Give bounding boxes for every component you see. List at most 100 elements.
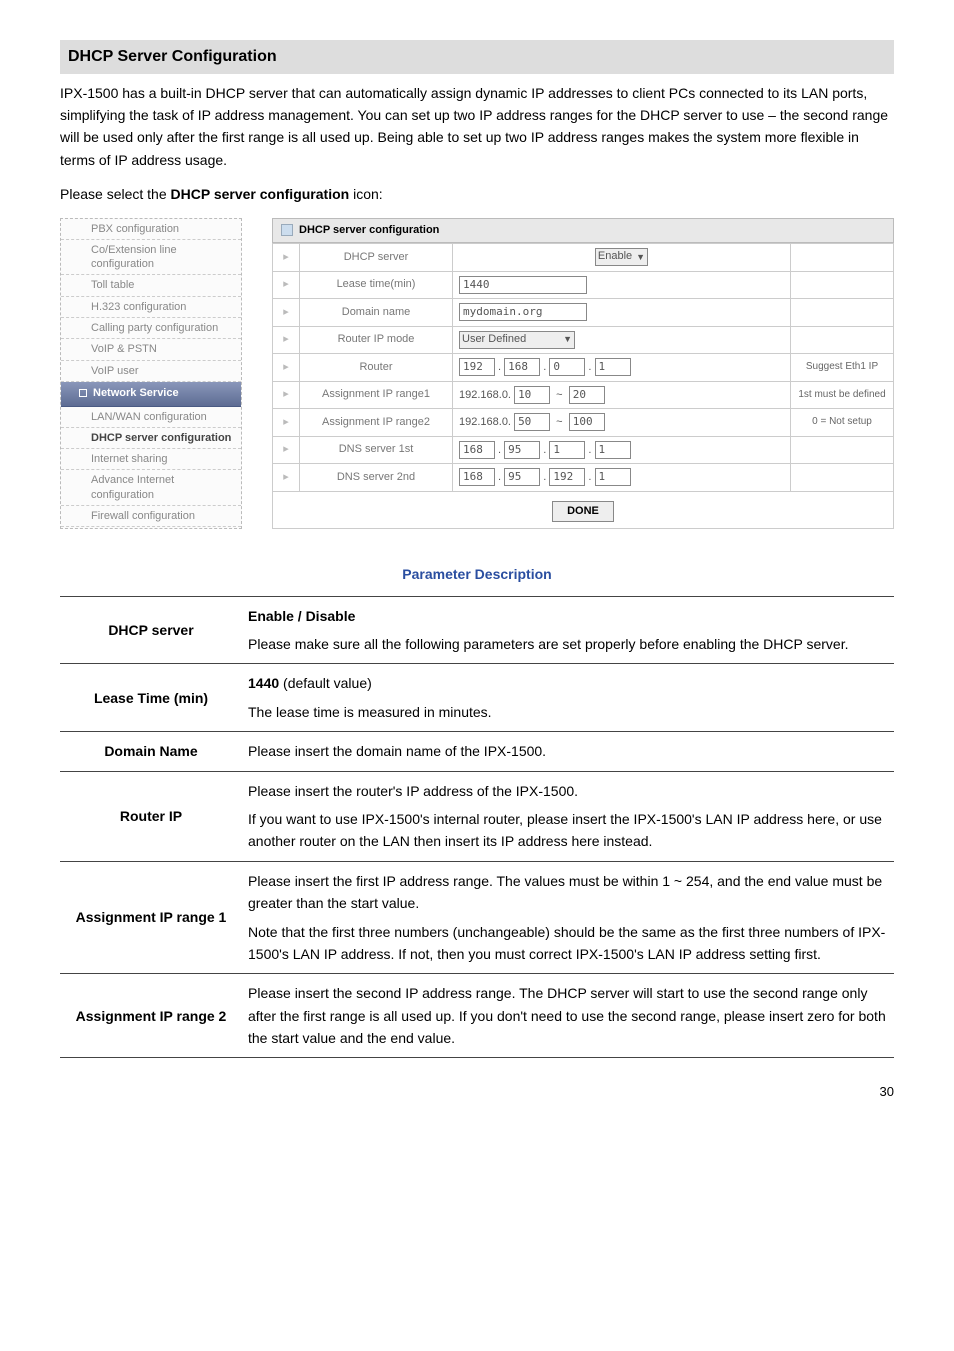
select-instruction: Please select the DHCP server configurat… <box>60 183 894 205</box>
page-number: 30 <box>60 1082 894 1103</box>
field-label: DNS server 1st <box>300 436 453 464</box>
dns1-octet-input[interactable]: 1 <box>595 441 631 459</box>
param-desc: Please insert the second IP address rang… <box>242 974 894 1058</box>
param-name: Router IP <box>60 771 242 861</box>
range2-to-input[interactable]: 100 <box>569 413 605 431</box>
parameter-description-table: Parameter Description DHCP server Enable… <box>60 553 894 1058</box>
panel-icon <box>281 224 293 236</box>
row-arrow-icon: ▸ <box>273 299 300 327</box>
sidebar-item[interactable]: Calling party configuration <box>61 318 241 339</box>
field-label: DHCP server <box>300 244 453 272</box>
field-label: Lease time(min) <box>300 271 453 299</box>
dns1-octet-input[interactable]: 95 <box>504 441 540 459</box>
field-label: Router <box>300 354 453 382</box>
field-note: 0 = Not setup <box>791 409 894 437</box>
param-table-header: Parameter Description <box>60 553 894 596</box>
chevron-down-icon: ▼ <box>563 332 572 346</box>
dns2-octet-input[interactable]: 168 <box>459 468 495 486</box>
config-title-label: DHCP server configuration <box>299 224 439 236</box>
select-value: Enable <box>598 248 632 266</box>
router-octet-input[interactable]: 1 <box>595 358 631 376</box>
sidebar-header-label: Network Service <box>93 387 179 399</box>
param-after: (default value) <box>279 675 372 691</box>
field-note: Suggest Eth1 IP <box>791 354 894 382</box>
row-arrow-icon: ▸ <box>273 326 300 354</box>
param-desc: Please insert the router's IP address of… <box>242 771 894 861</box>
param-text: Please make sure all the following param… <box>248 633 888 655</box>
sidebar-item[interactable]: Advance Internet configuration <box>61 470 241 506</box>
sidebar-item[interactable]: PBX configuration <box>61 219 241 240</box>
dns2-octet-input[interactable]: 1 <box>595 468 631 486</box>
dns2-octet-input[interactable]: 95 <box>504 468 540 486</box>
router-octet-input[interactable]: 0 <box>549 358 585 376</box>
row-arrow-icon: ▸ <box>273 381 300 409</box>
param-bold: 1440 <box>248 675 279 691</box>
dns1-octet-input[interactable]: 1 <box>549 441 585 459</box>
section-title: DHCP Server Configuration <box>60 40 894 74</box>
sidebar-item[interactable]: VoIP & PSTN <box>61 339 241 360</box>
param-bold: Enable / Disable <box>248 608 355 624</box>
row-arrow-icon: ▸ <box>273 354 300 382</box>
select-bold: DHCP server configuration <box>171 186 350 202</box>
done-button[interactable]: DONE <box>552 501 614 523</box>
field-note: 1st must be defined <box>791 381 894 409</box>
param-name: Domain Name <box>60 732 242 771</box>
field-label: Router IP mode <box>300 326 453 354</box>
field-label: Domain name <box>300 299 453 327</box>
sidebar-section-header[interactable]: Network Service <box>61 382 241 407</box>
range1-from-input[interactable]: 10 <box>514 386 550 404</box>
sidebar-item[interactable]: VoIP user <box>61 361 241 382</box>
domain-name-input[interactable]: mydomain.org <box>459 303 587 321</box>
param-text: If you want to use IPX-1500's internal r… <box>248 808 888 853</box>
param-desc: Please insert the first IP address range… <box>242 861 894 974</box>
param-text: Please insert the first IP address range… <box>248 870 888 915</box>
field-label: DNS server 2nd <box>300 464 453 492</box>
param-text: Please insert the domain name of the IPX… <box>248 740 888 762</box>
dns1-octet-input[interactable]: 168 <box>459 441 495 459</box>
config-panel: DHCP server configuration ▸ DHCP server … <box>272 218 894 530</box>
param-desc: Please insert the domain name of the IPX… <box>242 732 894 771</box>
square-icon <box>79 389 87 397</box>
param-desc: Enable / Disable Please make sure all th… <box>242 596 894 664</box>
param-text: Please insert the router's IP address of… <box>248 780 888 802</box>
row-arrow-icon: ▸ <box>273 271 300 299</box>
param-name: Assignment IP range 2 <box>60 974 242 1058</box>
range2-from-input[interactable]: 50 <box>514 413 550 431</box>
param-desc: 1440 (default value) The lease time is m… <box>242 664 894 732</box>
param-text: The lease time is measured in minutes. <box>248 701 888 723</box>
param-text: Note that the first three numbers (uncha… <box>248 921 888 966</box>
field-label: Assignment IP range2 <box>300 409 453 437</box>
router-mode-select[interactable]: User Defined ▼ <box>459 331 575 349</box>
sidebar-item[interactable]: Firewall configuration <box>61 506 241 527</box>
select-post: icon: <box>349 186 382 202</box>
row-arrow-icon: ▸ <box>273 464 300 492</box>
dhcp-server-select[interactable]: Enable ▼ <box>595 248 648 266</box>
range1-to-input[interactable]: 20 <box>569 386 605 404</box>
select-value: User Defined <box>462 331 526 349</box>
field-label: Assignment IP range1 <box>300 381 453 409</box>
sidebar-item[interactable]: Toll table <box>61 275 241 296</box>
config-title: DHCP server configuration <box>272 218 894 244</box>
row-arrow-icon: ▸ <box>273 436 300 464</box>
chevron-down-icon: ▼ <box>636 250 645 264</box>
range-prefix: 192.168.0. <box>459 416 511 428</box>
router-octet-input[interactable]: 192 <box>459 358 495 376</box>
param-name: Assignment IP range 1 <box>60 861 242 974</box>
param-name: DHCP server <box>60 596 242 664</box>
param-text: Please insert the second IP address rang… <box>248 982 888 1049</box>
select-pre: Please select the <box>60 186 171 202</box>
intro-paragraph: IPX-1500 has a built-in DHCP server that… <box>60 82 894 172</box>
sidebar-item[interactable]: H.323 configuration <box>61 297 241 318</box>
dns2-octet-input[interactable]: 192 <box>549 468 585 486</box>
lease-time-input[interactable]: 1440 <box>459 276 587 294</box>
sidebar-item[interactable]: LAN/WAN configuration <box>61 407 241 428</box>
row-arrow-icon: ▸ <box>273 409 300 437</box>
sidebar: PBX configuration Co/Extension line conf… <box>60 218 242 530</box>
range-prefix: 192.168.0. <box>459 389 511 401</box>
router-octet-input[interactable]: 168 <box>504 358 540 376</box>
row-arrow-icon: ▸ <box>273 244 300 272</box>
sidebar-item[interactable]: Internet sharing <box>61 449 241 470</box>
sidebar-item[interactable]: Co/Extension line configuration <box>61 240 241 276</box>
sidebar-item-active[interactable]: DHCP server configuration <box>61 428 241 449</box>
param-name: Lease Time (min) <box>60 664 242 732</box>
